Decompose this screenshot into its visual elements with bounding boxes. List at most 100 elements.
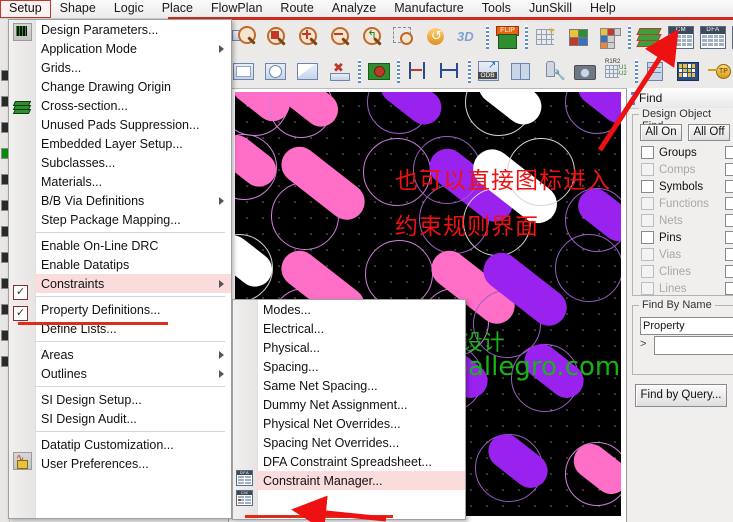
find-checkbox-right-1[interactable] [725,146,733,159]
setup-menu-item-si-design-setup[interactable]: SI Design Setup... [35,390,231,409]
testpoint-icon[interactable]: TP [705,57,733,85]
toolbars[interactable]: ↰ ↺ 3D FLIP ✳ [228,18,733,89]
menu-item-logic[interactable]: Logic [105,0,153,18]
odb-export-icon[interactable]: ODB↗ [474,57,504,85]
zoom-selection-icon[interactable] [389,23,419,51]
find-checkbox-lines[interactable]: Lines [641,282,687,295]
nets-checkbox[interactable] [641,214,654,227]
find-checkbox-right-8[interactable] [725,265,733,278]
undo-icon[interactable]: ↺ [421,23,451,51]
setup-menu-item-user-preferences[interactable]: User Preferences... [35,454,231,473]
setup-menu-item-materials[interactable]: Materials... [35,172,231,191]
find-checkbox-nets[interactable]: Nets [641,214,683,227]
layer-stack-icon[interactable] [641,57,671,85]
pins-checkbox[interactable] [641,231,654,244]
setup-menu-item-areas[interactable]: Areas [35,345,231,364]
enable-online-drc-checkbox[interactable]: ✓ [13,285,28,300]
book-drill-icon[interactable] [506,57,536,85]
setup-menu-item-subclasses[interactable]: Subclasses... [35,153,231,172]
report-icon[interactable] [673,57,703,85]
setup-menu-item-cross-section[interactable]: Cross-section... [35,96,231,115]
find-by-query-button[interactable]: Find by Query... [635,384,727,407]
find-checkbox-symbols[interactable]: Symbols [641,180,703,193]
color-192-icon[interactable] [595,23,625,51]
menu-item-help[interactable]: Help [581,0,625,18]
functions-checkbox[interactable] [641,197,654,210]
three-d-view-icon[interactable]: 3D [453,23,483,51]
all-on-button[interactable]: All On [640,124,682,141]
setup-dropdown-menu[interactable]: Design Parameters...Application ModeGrid… [8,19,232,519]
find-checkbox-functions[interactable]: Functions [641,197,709,210]
setup-menu-item-embedded-layer-setup[interactable]: Embedded Layer Setup... [35,134,231,153]
setup-menu-item-property-definitions[interactable]: Property Definitions... [35,300,231,319]
shape-rect-icon[interactable] [229,57,259,85]
vias-checkbox[interactable] [641,248,654,261]
shape-delete-icon[interactable]: ✖ [325,57,355,85]
find-checkbox-right-6[interactable] [725,231,733,244]
find-name-type-select[interactable]: Property [640,317,733,335]
menu-item-route[interactable]: Route [271,0,322,18]
setup-menu-item-enable-on-line-drc[interactable]: Enable On-Line DRC [35,236,231,255]
symbols-checkbox[interactable] [641,180,654,193]
constraints-item-electrical[interactable]: Electrical... [257,319,465,338]
constraints-submenu[interactable]: Modes...Electrical...Physical...Spacing.… [232,299,466,520]
menu-item-junskill[interactable]: JunSkill [520,0,581,18]
zoom-fit-icon[interactable] [229,23,259,51]
constraint-manager-icon[interactable]: CM [666,23,696,51]
setup-menu-item-datatip-customization[interactable]: Datatip Customization... [35,435,231,454]
constraints-item-spacing[interactable]: Spacing... [257,357,465,376]
zoom-in-icon[interactable] [293,23,323,51]
panel-grip-icon[interactable] [631,92,635,105]
setup-menu-item-grids[interactable]: Grids... [35,58,231,77]
grid-toggle-icon[interactable]: ✳ [531,23,561,51]
menu-item-place[interactable]: Place [153,0,202,18]
find-checkbox-right-7[interactable] [725,248,733,261]
constraints-item-constraint-manager[interactable]: Constraint Manager... [257,471,465,490]
setup-menu-item-constraints[interactable]: Constraints [35,274,231,293]
toolbar-row-2[interactable]: ✖ ODB↗ 🔧 [228,54,733,88]
constraints-item-modes[interactable]: Modes... [257,300,465,319]
setup-menu-list[interactable]: Design Parameters...Application ModeGrid… [35,20,231,518]
clines-checkbox[interactable] [641,265,654,278]
find-checkbox-clines[interactable]: Clines [641,265,691,278]
find-checkbox-right-5[interactable] [725,214,733,227]
setup-menu-item-enable-datatips[interactable]: Enable Datatips [35,255,231,274]
constraints-item-spacing-net-overrides[interactable]: Spacing Net Overrides... [257,433,465,452]
setup-menu-item-si-design-audit[interactable]: SI Design Audit... [35,409,231,428]
dfa-spreadsheet-icon[interactable]: DFA [698,23,728,51]
find-checkbox-comps[interactable]: Comps [641,163,695,176]
enable-datatips-checkbox[interactable]: ✓ [13,306,28,321]
menu-item-setup[interactable]: Setup [0,0,51,18]
find-checkbox-right-9[interactable] [725,282,733,295]
constraints-item-physical[interactable]: Physical... [257,338,465,357]
lines-checkbox[interactable] [641,282,654,295]
dimension-datum-icon[interactable] [403,57,433,85]
all-off-button[interactable]: All Off [688,124,730,141]
drill-legend-icon[interactable]: 🔧 [538,57,568,85]
flip-design-icon[interactable]: FLIP [492,23,522,51]
menu-item-manufacture[interactable]: Manufacture [385,0,472,18]
find-name-input[interactable] [654,336,733,355]
setup-menu-item-unused-pads-suppression[interactable]: Unused Pads Suppression... [35,115,231,134]
zoom-out-icon[interactable] [325,23,355,51]
shape-polygon-icon[interactable] [293,57,323,85]
constraints-item-dfa-constraint-spreadsheet[interactable]: DFA Constraint Spreadsheet... [257,452,465,471]
toolbar-row-1[interactable]: ↰ ↺ 3D FLIP ✳ [228,20,733,54]
setup-menu-item-b-b-via-definitions[interactable]: B/B Via Definitions [35,191,231,210]
setup-menu-item-step-package-mapping[interactable]: Step Package Mapping... [35,210,231,229]
screenshot-icon[interactable] [570,57,600,85]
color-visibility-icon[interactable] [563,23,593,51]
find-panel[interactable]: Find Design Object Find All On All Off G… [626,88,733,522]
find-checkbox-right-3[interactable] [725,180,733,193]
comps-checkbox[interactable] [641,163,654,176]
constraints-item-dummy-net-assignment[interactable]: Dummy Net Assignment... [257,395,465,414]
constraints-submenu-list[interactable]: Modes...Electrical...Physical...Spacing.… [257,300,465,519]
constraints-item-physical-net-overrides[interactable]: Physical Net Overrides... [257,414,465,433]
groups-checkbox[interactable] [641,146,654,159]
shape-circle-icon[interactable] [261,57,291,85]
setup-menu-item-change-drawing-origin[interactable]: Change Drawing Origin [35,77,231,96]
place-manual-icon[interactable] [364,57,394,85]
find-checkbox-vias[interactable]: Vias [641,248,681,261]
zoom-points-icon[interactable] [261,23,291,51]
menu-item-flowplan[interactable]: FlowPlan [202,0,271,18]
